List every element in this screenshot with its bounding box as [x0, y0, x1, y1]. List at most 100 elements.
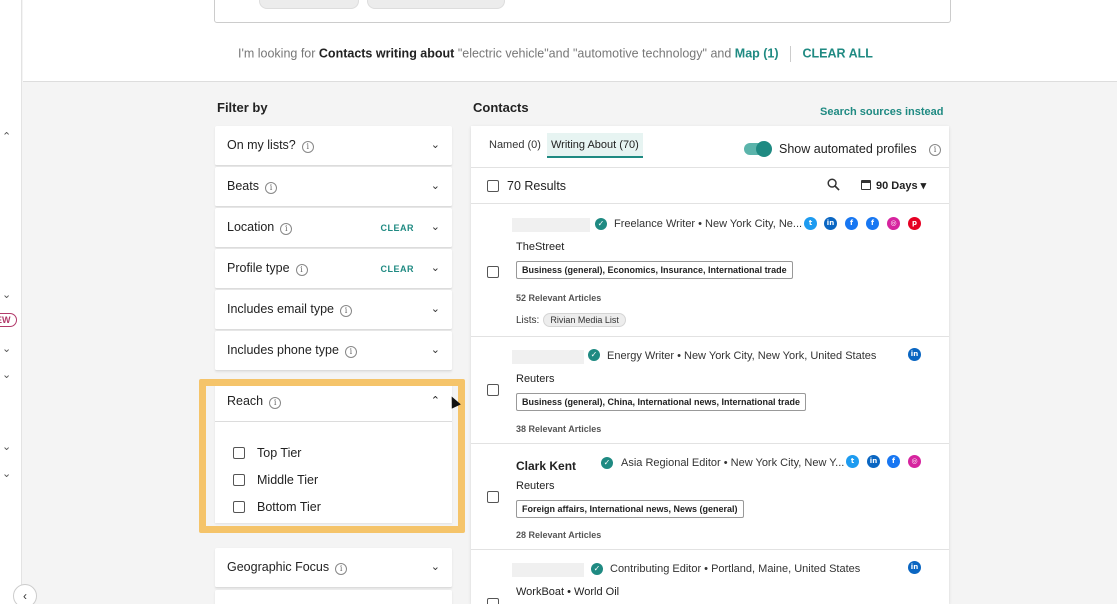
- contact-checkbox[interactable]: [487, 598, 499, 604]
- info-icon[interactable]: i: [301, 141, 314, 153]
- facebook-icon[interactable]: f: [845, 217, 858, 230]
- relevant-articles-link[interactable]: 28 Relevant Articles: [516, 530, 601, 540]
- pinterest-icon[interactable]: p: [908, 217, 921, 230]
- linkedin-icon[interactable]: in: [867, 455, 880, 468]
- relevant-articles-link[interactable]: 52 Relevant Articles: [516, 293, 601, 303]
- contact-row[interactable]: ✓ Freelance Writer • New York City, Ne..…: [471, 205, 949, 337]
- filter-label: Profile type: [227, 261, 290, 275]
- clear-profile-type-button[interactable]: CLEAR: [381, 264, 415, 274]
- info-icon[interactable]: i: [344, 346, 357, 358]
- filter-on-my-lists[interactable]: On my lists? i ⌄: [215, 126, 452, 166]
- map-filter-link[interactable]: Map (1): [735, 46, 779, 60]
- contact-outlet[interactable]: Reuters: [516, 480, 555, 492]
- chevron-down-icon[interactable]: ⌄: [2, 288, 11, 301]
- contact-row[interactable]: Clark Kent ✓ Asia Regional Editor • New …: [471, 444, 949, 550]
- calendar-icon: [861, 180, 871, 190]
- info-icon[interactable]: i: [929, 144, 941, 156]
- filter-label: Location: [227, 220, 275, 234]
- instagram-icon[interactable]: ◎: [887, 217, 900, 230]
- info-icon[interactable]: i: [264, 182, 277, 194]
- query-and: and: [710, 46, 732, 61]
- filter-location[interactable]: Location i CLEAR ⌄: [215, 208, 452, 248]
- filter-geographic-focus[interactable]: Geographic Focus i ⌄: [215, 548, 452, 588]
- info-icon[interactable]: i: [340, 305, 353, 317]
- tab-named[interactable]: Named (0): [489, 139, 541, 151]
- instagram-icon[interactable]: ◎: [908, 455, 921, 468]
- filter-label: Includes email type: [227, 302, 335, 316]
- contact-outlet[interactable]: WorkBoat • World Oil: [516, 586, 619, 598]
- contact-name[interactable]: Clark Kent: [516, 459, 576, 473]
- filter-phone-type[interactable]: Includes phone type i ⌄: [215, 331, 452, 371]
- search-header: I'm looking for Contacts writing about "…: [23, 0, 1117, 82]
- list-chip[interactable]: Rivian Media List: [543, 313, 626, 327]
- contact-row[interactable]: ✓ Contributing Editor • Portland, Maine,…: [471, 550, 949, 604]
- query-summary: I'm looking for Contacts writing about "…: [238, 46, 873, 62]
- chevron-down-icon[interactable]: ⌄: [431, 138, 440, 151]
- search-icon[interactable]: [827, 178, 840, 191]
- linkedin-icon[interactable]: in: [824, 217, 837, 230]
- linkedin-icon[interactable]: in: [908, 348, 921, 361]
- search-chip[interactable]: [367, 0, 505, 9]
- redacted-name: [512, 350, 584, 364]
- contact-checkbox[interactable]: [487, 491, 499, 503]
- query-entity: Contacts writing about: [318, 46, 455, 61]
- chevron-down-icon[interactable]: ⌄: [431, 302, 440, 315]
- collapse-sidebar-button[interactable]: ‹: [13, 584, 37, 604]
- clear-location-button[interactable]: CLEAR: [381, 223, 415, 233]
- verified-icon: ✓: [588, 349, 600, 361]
- tab-writing-about[interactable]: Writing About (70): [547, 133, 643, 158]
- contact-row[interactable]: ✓ Energy Writer • New York City, New Yor…: [471, 337, 949, 444]
- chevron-down-icon[interactable]: ⌄: [431, 220, 440, 233]
- contacts-panel: Named (0) Writing About (70) Show automa…: [471, 126, 949, 604]
- chevron-down-icon[interactable]: ⌄: [2, 440, 11, 453]
- contact-role: Energy Writer • New York City, New York,…: [607, 350, 877, 362]
- contact-outlet[interactable]: TheStreet: [516, 241, 564, 253]
- clear-all-button[interactable]: CLEAR ALL: [803, 46, 873, 60]
- relevant-articles-link[interactable]: 38 Relevant Articles: [516, 424, 601, 434]
- twitter-icon[interactable]: t: [846, 455, 859, 468]
- contact-role: Asia Regional Editor • New York City, Ne…: [621, 457, 845, 469]
- contact-checkbox[interactable]: [487, 384, 499, 396]
- filter-next[interactable]: [215, 590, 452, 604]
- filter-label: On my lists?: [227, 138, 296, 152]
- filter-email-type[interactable]: Includes email type i ⌄: [215, 290, 452, 330]
- chevron-up-icon[interactable]: ⌃: [2, 130, 11, 143]
- twitter-icon[interactable]: t: [804, 217, 817, 230]
- results-count: 70 Results: [507, 179, 567, 193]
- chevron-down-icon[interactable]: ⌄: [2, 368, 11, 381]
- chevron-down-icon[interactable]: ⌄: [431, 343, 440, 356]
- new-badge: EW: [0, 313, 17, 327]
- facebook-icon[interactable]: f: [887, 455, 900, 468]
- chevron-down-icon[interactable]: ⌄: [431, 179, 440, 192]
- date-range-dropdown[interactable]: 90 Days ▾: [861, 179, 926, 192]
- beats-tag: Business (general), China, International…: [516, 393, 807, 411]
- chevron-down-icon[interactable]: ⌄: [2, 342, 11, 355]
- contact-outlet[interactable]: Reuters: [516, 373, 555, 385]
- chevron-down-icon[interactable]: ⌄: [2, 467, 11, 480]
- chevron-down-icon[interactable]: ⌄: [431, 261, 440, 274]
- info-icon[interactable]: i: [295, 264, 308, 276]
- query-terms: "electric vehicle"and "automotive techno…: [457, 46, 707, 61]
- info-icon[interactable]: i: [335, 563, 348, 575]
- verified-icon: ✓: [601, 457, 613, 469]
- search-sources-link[interactable]: Search sources instead: [820, 106, 944, 118]
- facebook-icon[interactable]: f: [866, 217, 879, 230]
- chevron-down-icon[interactable]: ⌄: [431, 560, 440, 573]
- filter-beats[interactable]: Beats i ⌄: [215, 167, 452, 207]
- linkedin-icon[interactable]: in: [908, 561, 921, 574]
- show-automated-toggle[interactable]: [744, 141, 772, 157]
- filter-profile-type[interactable]: Profile type i CLEAR ⌄: [215, 249, 452, 289]
- search-chip[interactable]: [259, 0, 359, 9]
- left-navigation-rail: ⌃ ⌄ ⌄ ⌄ ⌄ ⌄: [0, 0, 22, 604]
- contacts-heading: Contacts: [473, 100, 529, 115]
- select-all-checkbox[interactable]: [487, 180, 499, 192]
- contact-role: Contributing Editor • Portland, Maine, U…: [610, 563, 861, 575]
- filter-label: Geographic Focus: [227, 560, 330, 574]
- contact-checkbox[interactable]: [487, 266, 499, 278]
- contact-role: Freelance Writer • New York City, Ne...: [614, 218, 803, 230]
- beats-tag: Foreign affairs, International news, New…: [516, 500, 744, 518]
- date-range-label: 90 Days: [876, 180, 918, 192]
- search-query-box[interactable]: [214, 0, 951, 23]
- divider: [790, 46, 792, 62]
- info-icon[interactable]: i: [280, 223, 293, 235]
